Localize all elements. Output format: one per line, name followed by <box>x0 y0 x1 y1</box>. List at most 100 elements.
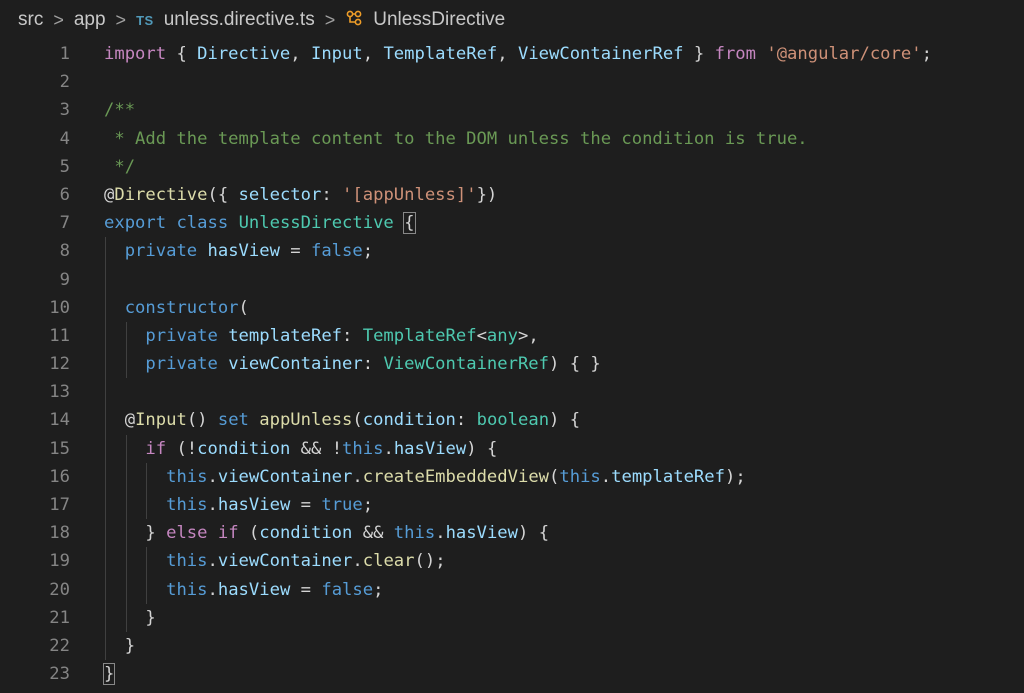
code-token: ); <box>724 466 746 487</box>
code-token: ViewContainerRef <box>383 354 550 375</box>
code-line[interactable]: 2 <box>0 68 1024 96</box>
code-token: . <box>383 438 394 459</box>
code-token: condition <box>362 410 456 431</box>
breadcrumb-app[interactable]: app <box>74 9 106 31</box>
code-line[interactable]: 22 } <box>0 631 1024 661</box>
breadcrumb-src[interactable]: src <box>18 9 43 31</box>
code-text: export class UnlessDirective { <box>104 209 416 237</box>
code-token: clear <box>362 551 415 572</box>
code-token: (); <box>414 551 446 572</box>
line-number: 7 <box>59 213 70 234</box>
code-token: ) { } <box>549 354 601 375</box>
code-text: */ <box>104 153 135 181</box>
code-token: boolean <box>476 410 550 431</box>
code-text: this.viewContainer.clear(); <box>104 547 446 575</box>
code-token: viewContainer <box>217 466 353 487</box>
code-line[interactable]: 1 import { Directive, Input, TemplateRef,… <box>0 40 1024 68</box>
code-line[interactable]: 8 private hasView = false; <box>0 237 1024 266</box>
code-line[interactable]: 3 /** <box>0 96 1024 124</box>
line-number: 4 <box>59 128 70 149</box>
code-token: Directive <box>114 184 208 205</box>
code-text: /** <box>104 96 135 124</box>
code-token: viewContainer <box>228 354 363 375</box>
code-line[interactable]: 17 this.hasView = true; <box>0 491 1024 520</box>
code-token: condition <box>259 523 353 544</box>
code-line[interactable]: 5 */ <box>0 153 1024 181</box>
code-line[interactable]: 14 @Input() set appUnless(condition: boo… <box>0 406 1024 435</box>
line-number: 5 <box>59 156 70 177</box>
code-token: . <box>600 466 612 487</box>
code-line[interactable]: 11 private templateRef: TemplateRef<any>… <box>0 321 1024 351</box>
line-number: 8 <box>59 241 70 262</box>
code-line[interactable]: 20 this.hasView = false; <box>0 575 1024 604</box>
code-line[interactable]: 16 this.viewContainer.createEmbeddedView… <box>0 462 1024 491</box>
code-token: = <box>290 579 322 600</box>
line-number: 21 <box>49 607 70 628</box>
matching-bracket: } <box>102 663 116 686</box>
line-number: 10 <box>49 297 70 318</box>
code-token: , <box>290 44 311 64</box>
typescript-file-icon: TS <box>136 12 154 28</box>
code-token: any <box>486 325 518 346</box>
code-token: '@angular/core' <box>766 44 922 64</box>
code-line[interactable]: 23} <box>0 660 1024 688</box>
line-number: 1 <box>59 44 70 64</box>
code-token: this <box>166 466 208 487</box>
code-token: viewContainer <box>217 551 353 572</box>
code-token: ( <box>238 523 260 544</box>
code-token: selector <box>238 184 322 205</box>
code-token: . <box>207 495 218 515</box>
code-line[interactable]: 9 <box>0 265 1024 294</box>
code-token: true <box>321 495 363 515</box>
code-token: . <box>207 466 218 487</box>
code-token: class <box>176 213 229 234</box>
code-line[interactable]: 19 this.viewContainer.clear(); <box>0 547 1024 576</box>
code-text: } else if (condition && this.hasView) { <box>104 519 549 547</box>
code-line[interactable]: 7 export class UnlessDirective { <box>0 209 1024 237</box>
code-token: && <box>352 523 394 544</box>
code-token: this <box>393 523 436 544</box>
code-token: }) <box>476 184 498 205</box>
breadcrumb-file[interactable]: unless.directive.ts <box>164 9 315 31</box>
code-line[interactable]: 18 } else if (condition && this.hasView)… <box>0 519 1024 548</box>
code-token: ; <box>921 44 932 64</box>
code-text: import { Directive, Input, TemplateRef, … <box>104 40 932 68</box>
code-line[interactable]: 4 * Add the template content to the DOM … <box>0 125 1024 153</box>
code-token: < <box>476 325 487 346</box>
code-token: hasView <box>207 241 280 262</box>
code-line[interactable]: 10 constructor( <box>0 293 1024 322</box>
breadcrumb-symbol[interactable]: UnlessDirective <box>373 9 505 31</box>
code-token: hasView <box>393 438 467 459</box>
line-number: 14 <box>49 410 70 431</box>
code-editor[interactable]: 1 import { Directive, Input, TemplateRef,… <box>0 40 1024 688</box>
code-token: hasView <box>217 495 291 515</box>
code-line[interactable]: 13 <box>0 378 1024 407</box>
line-number: 9 <box>59 269 70 290</box>
code-token: ; <box>362 495 374 515</box>
code-token: '[appUnless]' <box>342 184 477 205</box>
code-line[interactable]: 15 if (!condition && !this.hasView) { <box>0 434 1024 463</box>
code-line[interactable]: 12 private viewContainer: ViewContainerR… <box>0 350 1024 379</box>
code-line[interactable]: 21 } <box>0 603 1024 632</box>
code-token: } <box>145 523 167 544</box>
code-text: this.viewContainer.createEmbeddedView(th… <box>104 463 746 491</box>
line-number: 6 <box>59 184 70 205</box>
code-line[interactable]: 6 @Directive({ selector: '[appUnless]'}) <box>0 181 1024 209</box>
code-token: private <box>124 241 198 262</box>
code-token: . <box>207 579 218 600</box>
code-text: * Add the template content to the DOM un… <box>104 125 807 153</box>
code-token: : <box>321 184 343 205</box>
chevron-right-icon: > <box>324 9 336 30</box>
code-token: set <box>217 410 249 431</box>
line-number: 20 <box>49 579 70 600</box>
code-token: } <box>124 635 136 656</box>
code-token: else if <box>166 523 239 544</box>
code-token: } <box>683 44 715 64</box>
